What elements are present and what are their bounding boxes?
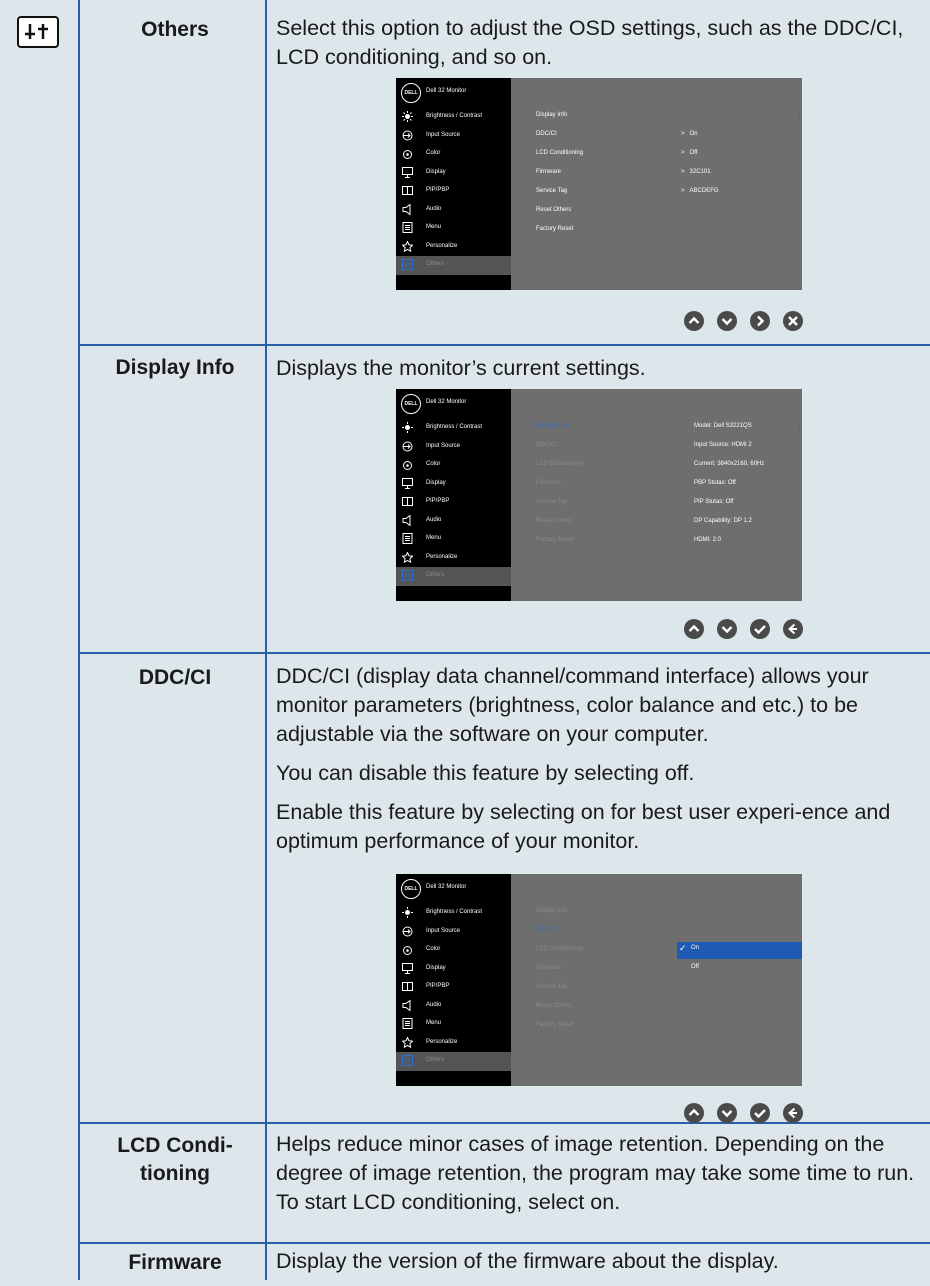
audio-icon [402, 514, 411, 526]
others-icon [402, 1055, 413, 1066]
personalize-icon [402, 1036, 413, 1048]
audio-icon [402, 203, 411, 215]
ok-button-icon [750, 1103, 770, 1123]
input-source-icon [402, 130, 413, 140]
personalize-icon [402, 551, 413, 563]
osd-options: Display Info DDC/CI LCD Conditioning Fir… [536, 112, 584, 232]
up-button-icon [684, 1103, 704, 1123]
row-desc-display-info: Displays the monitor’s current settings. [276, 356, 646, 380]
row-label-lcd-conditioning: LCD Condi- tioning [117, 1134, 233, 1185]
row-label-others: Others [141, 18, 209, 41]
input-source-icon [402, 926, 413, 936]
ddc-on-option: ✓ On [677, 942, 802, 959]
brightness-icon [402, 111, 413, 122]
osd-screenshot-others: DELL Dell 32 Monitor Brightness / Contra… [396, 78, 802, 290]
display-icon [402, 166, 413, 178]
down-button-icon [717, 311, 737, 331]
back-button-icon [783, 1103, 803, 1123]
audio-icon [402, 999, 411, 1011]
osd-menu: Brightness / Contrast Input Source Color… [396, 108, 511, 275]
color-icon [403, 150, 412, 159]
osd-screenshot-ddc-ci: DELL Dell 32 Monitor Brightness / Contra… [396, 874, 802, 1086]
pip-pbp-icon [402, 186, 413, 195]
pip-pbp-icon [402, 497, 413, 506]
row-label-display-info: Display Info [115, 356, 235, 379]
ddc-off-option: Off [691, 964, 699, 970]
up-button-icon [684, 619, 704, 639]
row-label-ddc-ci: DDC/CI [138, 666, 212, 689]
personalize-icon [402, 240, 413, 252]
others-icon [402, 570, 413, 581]
back-button-icon [783, 619, 803, 639]
exit-button-icon [783, 311, 803, 331]
brightness-icon [402, 422, 413, 433]
color-icon [403, 461, 412, 470]
row-desc-others: Select this option to adjust the OSD set… [276, 16, 904, 69]
menu-icon [402, 222, 413, 233]
row-label-firmware: Firmware [128, 1251, 222, 1274]
color-icon [403, 946, 412, 955]
brightness-icon [402, 907, 413, 918]
osd-info-values: Model: Dell S3221QS Input Source: HDMI 2… [694, 423, 765, 543]
osd-title: Dell 32 Monitor [426, 88, 467, 94]
right-button-icon [750, 311, 770, 331]
others-icon [17, 16, 59, 48]
pip-pbp-icon [402, 982, 413, 991]
osd-screenshot-display-info: DELL Dell 32 Monitor Brightness / Contra… [396, 389, 802, 601]
menu-icon [402, 533, 413, 544]
down-button-icon [717, 1103, 737, 1123]
down-button-icon [717, 619, 737, 639]
row-desc-lcd-conditioning: Helps reduce minor cases of image retent… [276, 1132, 915, 1214]
row-desc-firmware: Display the version of the firmware abou… [276, 1249, 779, 1273]
menu-icon [402, 1018, 413, 1029]
osd-values: > On > Off > 32C101 > ABCDEFG [681, 131, 719, 194]
ok-button-icon [750, 619, 770, 639]
input-source-icon [402, 441, 413, 451]
row-desc-ddc-ci: DDC/CI (display data channel/command int… [276, 664, 891, 853]
display-icon [402, 962, 413, 974]
checkmark-icon: ✓ [679, 943, 687, 953]
display-icon [402, 477, 413, 489]
up-button-icon [684, 311, 704, 331]
others-icon [402, 259, 413, 270]
dell-logo: DELL [401, 83, 421, 103]
